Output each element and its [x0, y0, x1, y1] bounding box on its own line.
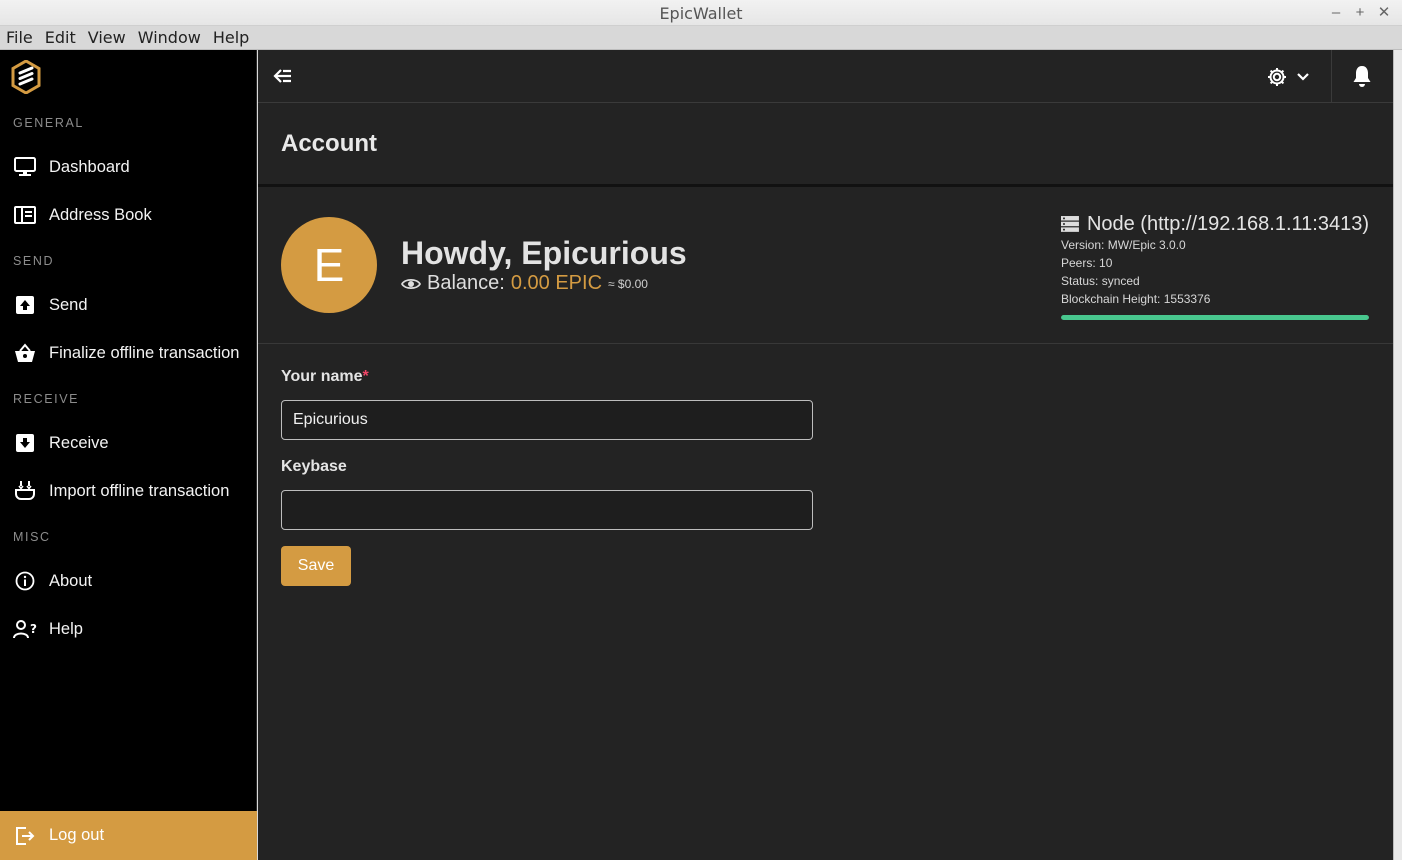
name-field-label: Your name* [281, 368, 821, 390]
balance-row: Balance: 0.00 EPIC ≈ $0.00 [401, 272, 648, 295]
logout-button[interactable]: Log out [0, 811, 257, 860]
maximize-button[interactable]: + [1350, 3, 1370, 23]
menu-file[interactable]: File [0, 26, 39, 49]
sidebar-item-label: Address Book [49, 205, 152, 224]
balance-label: Balance: [427, 272, 505, 294]
basket-icon [13, 341, 37, 365]
chevron-down-icon [1297, 73, 1309, 81]
balance-amount: 0.00 EPIC [510, 272, 603, 294]
epic-logo-icon[interactable] [11, 60, 41, 94]
section-general-label: GENERAL [13, 116, 84, 130]
node-status: Status: synced [1061, 274, 1140, 288]
name-input[interactable] [281, 400, 813, 440]
sidebar-item-dashboard[interactable]: Dashboard [0, 145, 256, 189]
send-box-icon [13, 293, 37, 317]
save-button[interactable]: Save [281, 546, 351, 586]
logout-icon [13, 824, 37, 848]
name-label-text: Your name [281, 368, 363, 385]
window-title: EpicWallet [659, 4, 743, 23]
sidebar-item-finalize[interactable]: Finalize offline transaction [0, 331, 256, 375]
greeting-text: Howdy, Epicurious [401, 235, 687, 271]
logout-label: Log out [49, 826, 105, 844]
sync-progress-fill [1061, 315, 1369, 320]
minimize-button[interactable]: – [1326, 3, 1346, 23]
section-receive-label: RECEIVE [13, 392, 80, 406]
collapse-sidebar-icon[interactable] [272, 65, 294, 87]
sidebar-item-address-book[interactable]: Address Book [0, 193, 256, 237]
required-mark: * [362, 368, 369, 385]
balance-usd: ≈ $0.00 [608, 276, 648, 291]
sidebar-item-send[interactable]: Send [0, 283, 256, 327]
section-misc-label: MISC [13, 530, 51, 544]
settings-dropdown[interactable] [1266, 64, 1314, 90]
sidebar-item-about[interactable]: About [0, 559, 256, 603]
sidebar-item-label: Receive [49, 433, 109, 452]
menu-help[interactable]: Help [207, 26, 255, 49]
gear-icon [1268, 68, 1286, 86]
account-summary: E Howdy, Epicurious Balance: 0.00 EPIC ≈… [258, 190, 1394, 344]
server-icon [1061, 216, 1079, 232]
node-version: Version: MW/Epic 3.0.0 [1061, 238, 1186, 252]
svg-text:?: ? [30, 622, 37, 636]
window-titlebar: EpicWallet – + ✕ [0, 0, 1402, 26]
sidebar: GENERAL Dashboard Address Book SEND Send… [0, 50, 257, 860]
node-height: Blockchain Height: 1553376 [1061, 292, 1211, 306]
sidebar-item-receive[interactable]: Receive [0, 421, 256, 465]
node-title-row: Node (http://192.168.1.11:3413) [1061, 212, 1369, 236]
sync-progress-bar [1061, 315, 1369, 320]
close-button[interactable]: ✕ [1374, 3, 1394, 23]
sidebar-item-import[interactable]: Import offline transaction [0, 469, 256, 513]
import-icon [13, 479, 37, 503]
sidebar-item-label: Send [49, 295, 88, 314]
page-header: Account [258, 103, 1394, 187]
bell-icon[interactable] [1351, 64, 1373, 88]
sidebar-item-label: Import offline transaction [49, 481, 230, 500]
menu-view[interactable]: View [82, 26, 132, 49]
sidebar-item-help[interactable]: ? Help [0, 607, 256, 651]
info-icon [13, 569, 37, 593]
sidebar-item-label: Help [49, 619, 83, 638]
top-bar [258, 50, 1394, 103]
sidebar-item-label: About [49, 571, 93, 590]
node-title: Node (http://192.168.1.11:3413) [1086, 212, 1369, 235]
avatar: E [281, 217, 377, 313]
sidebar-item-label: Finalize offline transaction [49, 343, 240, 362]
user-question-icon: ? [13, 617, 37, 641]
address-book-icon [13, 203, 37, 227]
account-form: Your name* Keybase Save [281, 368, 821, 586]
eye-icon[interactable] [401, 276, 421, 292]
node-peers: Peers: 10 [1061, 256, 1113, 270]
topbar-divider [1331, 50, 1332, 102]
main-content: Account E Howdy, Epicurious Balance: 0.0… [258, 50, 1394, 860]
receive-box-icon [13, 431, 37, 455]
keybase-input[interactable] [281, 490, 813, 530]
menu-edit[interactable]: Edit [39, 26, 82, 49]
section-send-label: SEND [13, 254, 55, 268]
window-scroll-gutter [1393, 50, 1402, 860]
page-title: Account [281, 130, 377, 157]
sidebar-item-label: Dashboard [49, 157, 130, 176]
menu-bar: File Edit View Window Help [0, 26, 1402, 50]
monitor-icon [13, 155, 37, 179]
menu-window[interactable]: Window [132, 26, 207, 49]
keybase-field-label: Keybase [281, 458, 347, 475]
node-status-panel: Node (http://192.168.1.11:3413) Version:… [1061, 212, 1369, 320]
